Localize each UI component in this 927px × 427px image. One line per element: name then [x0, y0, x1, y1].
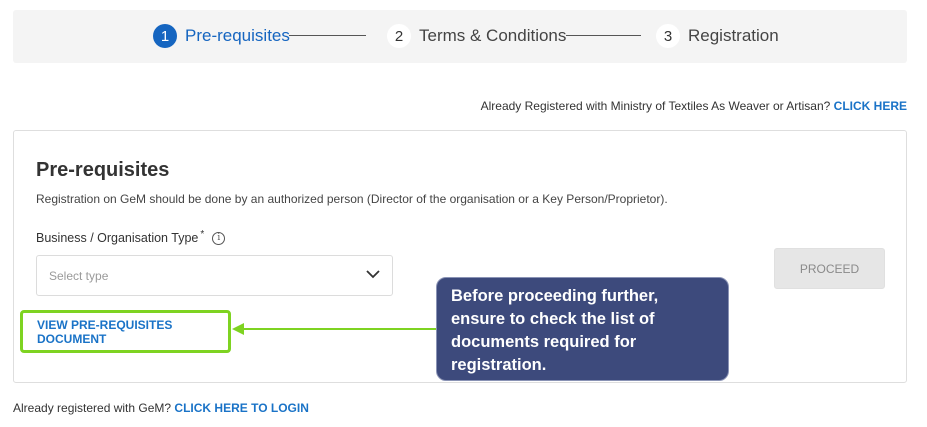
proceed-button[interactable]: PROCEED [774, 248, 885, 289]
login-text: Already registered with GeM? [13, 401, 172, 415]
select-placeholder: Select type [49, 268, 109, 283]
guidance-tooltip: Before proceeding further, ensure to che… [436, 277, 729, 381]
step-terms[interactable]: 2 Terms & Conditions [387, 23, 566, 49]
required-mark: * [200, 228, 205, 240]
login-line: Already registered with GeM? CLICK HERE … [13, 401, 309, 415]
progress-stepper: 1 Pre-requisites 2 Terms & Conditions 3 … [13, 10, 907, 63]
ministry-text: Already Registered with Ministry of Text… [480, 99, 831, 113]
info-icon[interactable]: i [212, 231, 226, 245]
view-prerequisites-document-link[interactable]: VIEW PRE-REQUISITES DOCUMENT [37, 318, 228, 346]
ministry-click-here-link[interactable]: CLICK HERE [834, 99, 907, 113]
business-type-select[interactable]: Select type [36, 255, 393, 296]
login-link[interactable]: CLICK HERE TO LOGIN [174, 401, 308, 415]
step-label-terms: Terms & Conditions [419, 26, 567, 45]
step-prerequisites[interactable]: 1 Pre-requisites [153, 23, 290, 49]
pointer-arrow-icon [232, 323, 436, 335]
step-label-registration: Registration [688, 26, 779, 45]
step-divider-2 [566, 35, 641, 36]
card-title: Pre-requisites [36, 159, 170, 181]
business-type-label-text: Business / Organisation Type [36, 231, 199, 245]
step-registration[interactable]: 3 Registration [656, 23, 779, 49]
view-doc-highlight: VIEW PRE-REQUISITES DOCUMENT [20, 310, 231, 353]
ministry-registration-line: Already Registered with Ministry of Text… [481, 99, 907, 113]
step-label-prerequisites: Pre-requisites [185, 26, 290, 45]
step-number-2: 2 [387, 24, 411, 48]
business-type-label: Business / Organisation Type * i [36, 228, 226, 245]
step-number-1: 1 [153, 24, 177, 48]
step-divider-1 [289, 35, 366, 36]
card-description: Registration on GeM should be done by an… [36, 192, 668, 206]
step-number-3: 3 [656, 24, 680, 48]
chevron-down-icon [366, 270, 380, 279]
